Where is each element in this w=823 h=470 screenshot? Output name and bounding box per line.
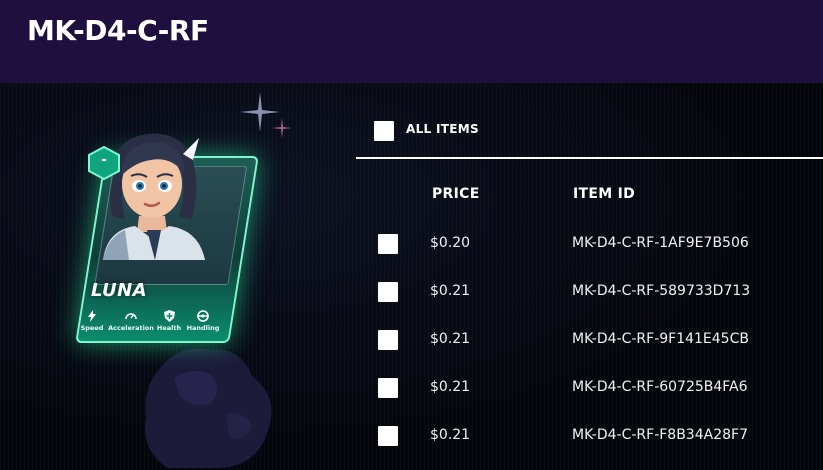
lightning-icon	[88, 310, 96, 322]
row-price: $0.21	[430, 331, 471, 347]
row-item-id: MK-D4-C-RF-1AF9E7B506	[572, 235, 749, 251]
row-checkbox[interactable]	[378, 426, 398, 446]
row-price: $0.20	[430, 235, 471, 251]
table-row[interactable]: $0.21 MK-D4-C-RF-589733D713	[356, 282, 823, 312]
row-checkbox[interactable]	[378, 330, 398, 350]
divider	[356, 157, 823, 159]
table-row[interactable]: $0.20 MK-D4-C-RF-1AF9E7B506	[356, 234, 823, 264]
select-all-label: ALL ITEMS	[406, 122, 479, 136]
character-portrait	[103, 133, 205, 260]
steering-wheel-icon	[197, 310, 209, 322]
row-checkbox[interactable]	[378, 234, 398, 254]
badge-label: -	[101, 152, 107, 168]
column-header-item-id: ITEM ID	[573, 186, 636, 202]
row-item-id: MK-D4-C-RF-589733D713	[572, 283, 751, 299]
column-header-price: PRICE	[432, 186, 480, 202]
shield-icon	[163, 310, 175, 322]
row-checkbox[interactable]	[378, 378, 398, 398]
sparkle-icon	[272, 118, 292, 138]
row-item-id: MK-D4-C-RF-9F141E45CB	[572, 331, 749, 347]
table-row[interactable]: $0.21 MK-D4-C-RF-60725B4FA6	[356, 378, 823, 408]
card-name: LUNA	[91, 280, 148, 301]
row-item-id: MK-D4-C-RF-60725B4FA6	[572, 379, 748, 395]
page-title: MK-D4-C-RF	[27, 14, 209, 47]
table-row[interactable]: $0.21 MK-D4-C-RF-9F141E45CB	[356, 330, 823, 360]
row-item-id: MK-D4-C-RF-F8B34A28F7	[572, 427, 748, 443]
row-price: $0.21	[430, 427, 471, 443]
header-bar: MK-D4-C-RF	[0, 0, 823, 83]
row-checkbox[interactable]	[378, 282, 398, 302]
row-price: $0.21	[430, 283, 471, 299]
select-all-checkbox[interactable]	[374, 121, 394, 141]
table-row[interactable]: $0.21 MK-D4-C-RF-F8B34A28F7	[356, 426, 823, 456]
asteroid-image	[144, 348, 272, 468]
row-price: $0.21	[430, 379, 471, 395]
stat-handling: Handling	[178, 310, 228, 332]
speedometer-icon	[125, 313, 137, 320]
level-badge: -	[88, 145, 120, 181]
stat-label: Handling	[186, 324, 220, 332]
